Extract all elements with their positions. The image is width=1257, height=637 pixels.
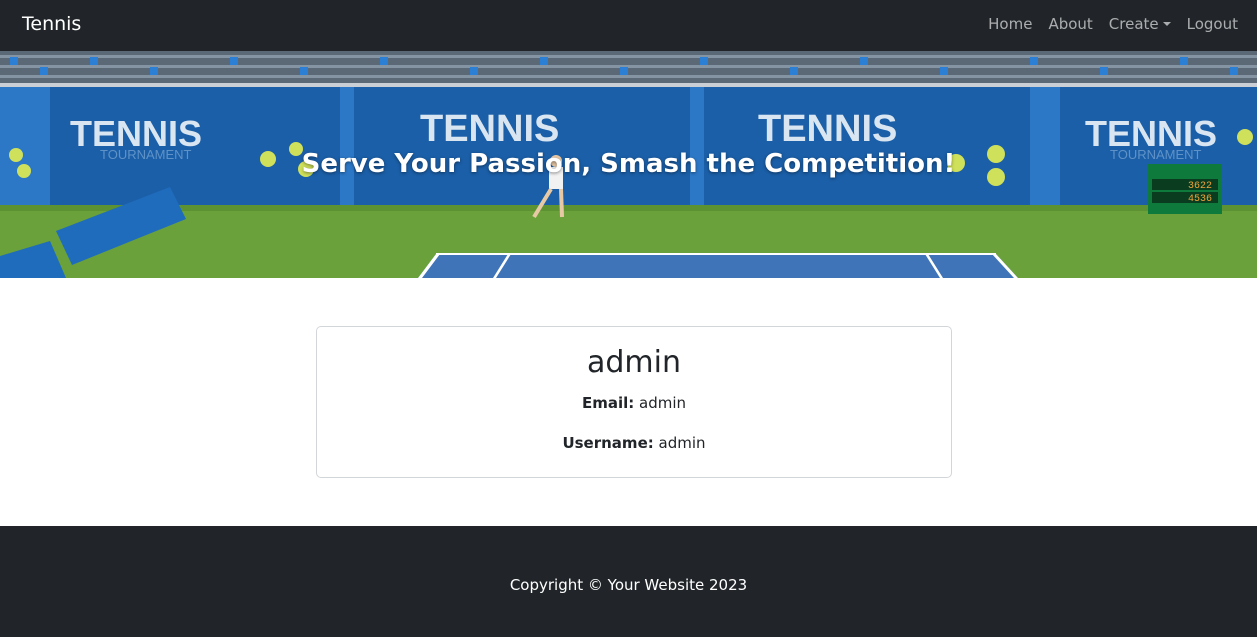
profile-name: admin xyxy=(587,345,681,380)
banner-text: TENNIS xyxy=(420,108,559,150)
nav-create-label: Create xyxy=(1108,15,1159,33)
brand-link[interactable]: Tennis xyxy=(22,13,81,35)
email-row: Email: admin xyxy=(317,394,951,412)
nav-home-link[interactable]: Home xyxy=(988,15,1032,33)
nav-links: Home About Create Logout xyxy=(988,15,1238,33)
copyright-text: Copyright © Your Website 2023 xyxy=(509,576,748,594)
caret-down-icon xyxy=(1162,22,1171,26)
top-navbar: Tennis Home About Create Logout xyxy=(0,0,1257,51)
username-value: admin xyxy=(658,434,706,452)
nav-about-link[interactable]: About xyxy=(1048,15,1092,33)
hero-title: Serve Your Passion, Smash the Competitio… xyxy=(301,149,956,179)
banner-text: TENNIS xyxy=(758,108,897,150)
scoreboard-score-1: 3622 xyxy=(1188,181,1212,192)
username-label: Username: xyxy=(562,434,654,452)
page-footer: Copyright © Your Website 2023 xyxy=(0,526,1257,637)
scoreboard-score-2: 4536 xyxy=(1188,194,1212,205)
nav-create-dropdown[interactable]: Create xyxy=(1109,15,1171,33)
profile-card: admin Email: admin Username: admin xyxy=(316,326,952,478)
username-row: Username: admin xyxy=(317,434,951,452)
nav-logout-link[interactable]: Logout xyxy=(1187,15,1238,33)
hero-banner: TENNIS TENNIS TENNIS TENNIS TOURNAMENT T… xyxy=(0,51,1257,278)
email-label: Email: xyxy=(581,394,635,412)
email-value: admin xyxy=(639,394,687,412)
